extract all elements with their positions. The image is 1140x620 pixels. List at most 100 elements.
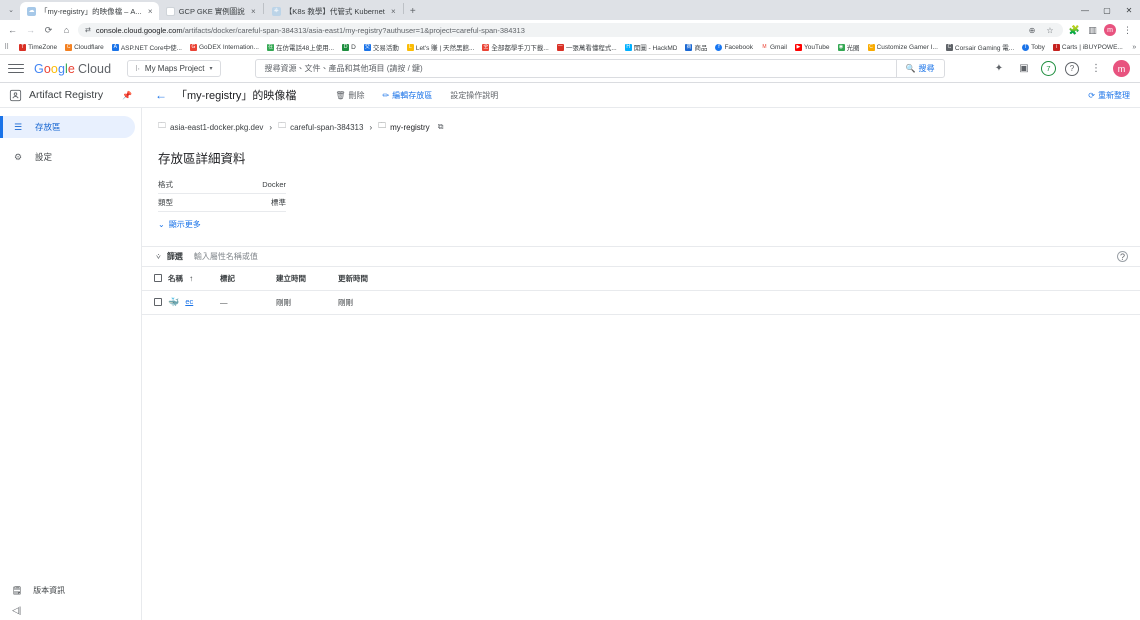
back-icon[interactable]: ←: [6, 24, 19, 37]
browser-tab-1[interactable]: ☁ 「my-registry」的映像檔 – A... ×: [20, 2, 159, 20]
site-settings-icon[interactable]: ⇄: [85, 26, 91, 34]
detail-key: 格式: [158, 179, 173, 190]
maximize-button[interactable]: ▢: [1096, 0, 1118, 20]
bookmark-label: Customize Gamer I...: [877, 44, 938, 51]
bookmark-item[interactable]: AASP.NET Core中使...: [110, 42, 184, 52]
minimize-button[interactable]: —: [1074, 0, 1096, 20]
image-name-link[interactable]: ec: [185, 297, 193, 306]
bookmark-item[interactable]: fFacebook: [713, 44, 755, 51]
bookmark-item[interactable]: 商商品: [683, 42, 709, 52]
edit-repository-button[interactable]: ✏ 編輯存放區: [374, 90, 442, 101]
bookmark-item[interactable]: GGoDEX Internation...: [188, 44, 261, 51]
search-input[interactable]: 搜尋資源、文件、產品和其他項目 (請按 / 鍵): [256, 63, 896, 74]
filter-input[interactable]: 輸入屬性名稱或值: [194, 251, 258, 262]
browser-tab-3[interactable]: ⎈ 【K8s 教學】代管式 Kubernet ×: [265, 2, 402, 20]
bookmark-item[interactable]: MGmail: [759, 44, 789, 51]
navigation-menu-icon[interactable]: [8, 61, 24, 77]
home-icon[interactable]: ⌂: [60, 24, 73, 37]
filter-help-icon[interactable]: ?: [1117, 251, 1128, 262]
address-bar[interactable]: ⇄ console.cloud.google.com/artifacts/doc…: [78, 23, 1063, 37]
bookmark-item[interactable]: CCloudflare: [63, 44, 106, 51]
tab-search-icon[interactable]: ⌄: [2, 1, 20, 19]
delete-button[interactable]: 🗑 刪除: [326, 90, 373, 101]
bookmark-item[interactable]: CCorsair Gaming 電...: [944, 42, 1016, 52]
logo-letter: e: [68, 62, 75, 76]
extensions-icon[interactable]: 🧩: [1068, 24, 1081, 37]
reload-icon[interactable]: ⟳: [42, 24, 55, 37]
bookmark-item[interactable]: LLet's 賺 | 天然黑館...: [405, 42, 477, 52]
column-header-tags[interactable]: 標記: [220, 267, 276, 291]
bookmarks-bar: ⠿ TTimeZone CCloudflare AASP.NET Core中使.…: [0, 40, 1140, 55]
bookmark-item[interactable]: ◉光圈: [836, 42, 862, 52]
setup-instructions-button[interactable]: 設定操作說明: [441, 90, 507, 101]
gemini-icon[interactable]: ✦: [991, 61, 1007, 77]
column-header-name[interactable]: 名稱 ↑: [168, 267, 220, 291]
bookmark-item[interactable]: 一一張萬看懂程式...: [555, 42, 619, 52]
refresh-button[interactable]: ⟳ 重新整理: [1088, 90, 1130, 101]
account-avatar[interactable]: m: [1113, 60, 1130, 77]
bookmark-item[interactable]: H開圖 - HackMD: [623, 42, 680, 52]
pin-icon[interactable]: 📌: [122, 91, 132, 100]
sidebar-item-settings[interactable]: ⚙ 設定: [0, 146, 135, 168]
split-screen-icon[interactable]: ▥: [1086, 24, 1099, 37]
release-notes-link[interactable]: 🗒 版本資訊: [0, 580, 141, 600]
apps-grid-icon[interactable]: ⠿: [4, 42, 9, 53]
bookmark-item[interactable]: 全全部都學手刀下載...: [480, 42, 550, 52]
filter-icon[interactable]: ⩒: [156, 252, 161, 262]
search-button[interactable]: 🔍 搜尋: [896, 60, 944, 77]
search-icon: 🔍: [906, 64, 916, 73]
global-search[interactable]: 搜尋資源、文件、產品和其他項目 (請按 / 鍵) 🔍 搜尋: [255, 59, 945, 78]
bookmark-star-icon[interactable]: ☆: [1044, 24, 1056, 36]
bookmark-item[interactable]: TTimeZone: [17, 44, 59, 51]
more-options-icon[interactable]: ⋮: [1088, 61, 1104, 77]
select-all-checkbox[interactable]: [154, 274, 162, 282]
bookmark-item[interactable]: iCarts | iBUYPOWE...: [1051, 44, 1125, 51]
close-icon[interactable]: ×: [389, 7, 398, 16]
breadcrumb-item-project[interactable]: 🗀 careful-span-384313: [278, 120, 363, 134]
row-checkbox[interactable]: [154, 298, 162, 306]
bookmark-item[interactable]: DD: [340, 44, 358, 51]
chevron-down-icon: ▾: [209, 65, 212, 72]
sidebar-item-label: 設定: [35, 151, 52, 163]
bookmark-item[interactable]: CCustomize Gamer I...: [866, 44, 940, 51]
column-header-updated[interactable]: 更新時間: [338, 267, 1140, 291]
refresh-icon: ⟳: [1088, 91, 1095, 100]
bookmark-item[interactable]: 交交易活動: [362, 42, 401, 52]
bookmark-item[interactable]: ▶YouTube: [793, 44, 832, 51]
close-window-button[interactable]: ✕: [1118, 0, 1140, 20]
bookmarks-overflow-icon[interactable]: »: [1129, 42, 1140, 53]
breadcrumb-item-registry-host[interactable]: 🗀 asia-east1-docker.pkg.dev: [158, 120, 263, 134]
column-header-created[interactable]: 建立時間: [276, 267, 338, 291]
column-label: 標記: [220, 274, 235, 283]
show-more-button[interactable]: ⌄ 顯示更多: [158, 219, 1140, 230]
detail-row-format: 格式 Docker: [158, 176, 286, 194]
back-button[interactable]: ←: [150, 84, 172, 106]
sidebar-item-repositories[interactable]: ☰ 存放區: [0, 116, 135, 138]
profile-avatar[interactable]: m: [1104, 24, 1116, 36]
bookmark-favicon: 交: [364, 44, 371, 51]
browser-menu-icon[interactable]: ⋮: [1121, 24, 1134, 37]
project-selector[interactable]: ⁝∙ My Maps Project ▾: [127, 60, 220, 77]
table-header: 名稱 ↑ 標記 建立時間 更新時間: [142, 267, 1140, 291]
cell-name: 🐳 ec: [168, 291, 220, 315]
sidebar-collapse-button[interactable]: ◁|: [0, 600, 141, 620]
close-icon[interactable]: ×: [249, 7, 258, 16]
new-tab-button[interactable]: +: [405, 3, 421, 19]
help-icon[interactable]: ?: [1065, 62, 1079, 76]
notifications-badge[interactable]: 7: [1041, 61, 1056, 76]
sort-ascending-icon: ↑: [189, 274, 193, 283]
cloud-shell-icon[interactable]: ▣: [1016, 61, 1032, 77]
breadcrumb-item-repository[interactable]: 🗀 my-registry: [378, 120, 430, 134]
forward-icon[interactable]: →: [24, 24, 37, 37]
trash-icon: 🗑: [335, 91, 345, 100]
copy-icon[interactable]: ⧉: [438, 122, 444, 132]
browser-tab-2[interactable]: ◉ GCP GKE 實例圖說 ×: [159, 2, 262, 20]
table-row[interactable]: 🐳 ec — 剛剛 剛剛: [142, 291, 1140, 315]
bookmark-item[interactable]: TToby: [1020, 44, 1047, 51]
close-icon[interactable]: ×: [146, 7, 155, 16]
header-actions: ✦ ▣ 7 ? ⋮ m: [991, 60, 1132, 77]
details-section-title: 存放區詳細資料: [142, 134, 1140, 167]
zoom-icon[interactable]: ⊕: [1026, 24, 1038, 36]
bookmark-item[interactable]: 在在仿電話48上使用...: [265, 42, 336, 52]
google-cloud-logo[interactable]: GoogleCloud: [34, 62, 111, 76]
